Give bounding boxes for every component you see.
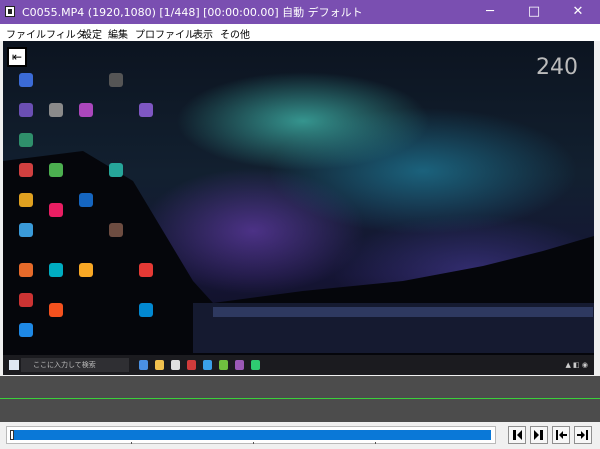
prev-frame-icon — [513, 430, 522, 440]
desktop-app-icon — [19, 163, 33, 177]
next-frame-icon — [534, 430, 543, 440]
seek-tick — [131, 442, 132, 444]
desktop-app-icon — [19, 223, 33, 237]
taskbar-app-icon — [187, 360, 196, 370]
taskbar-app-icon — [155, 360, 164, 370]
windows-start-icon — [9, 360, 19, 370]
menu-view[interactable]: 表示 — [193, 26, 213, 41]
desktop-app-icon — [139, 303, 153, 317]
exit-fullscreen-button[interactable]: ⇤ — [7, 47, 27, 67]
desktop-app-icon — [19, 323, 33, 337]
close-button[interactable]: ✕ — [556, 0, 600, 24]
prev-frame-button[interactable] — [508, 426, 526, 444]
go-end-button[interactable] — [574, 426, 592, 444]
menu-bar: ファイル フィルタ 設定 編集 プロファイル 表示 その他 — [0, 24, 600, 41]
taskbar-app-icon — [235, 360, 244, 370]
taskbar-app-icon — [139, 360, 148, 370]
desktop-app-icon — [19, 193, 33, 207]
taskbar-app-icon — [219, 360, 228, 370]
desktop-app-icon — [19, 103, 33, 117]
seek-progress-fill — [11, 430, 491, 440]
desktop-app-icon — [19, 263, 33, 277]
go-end-icon — [577, 430, 588, 440]
timeline-area — [0, 376, 600, 422]
desktop-app-icon — [109, 223, 123, 237]
menu-other[interactable]: その他 — [220, 26, 250, 41]
desktop-app-icon — [79, 103, 93, 117]
maximize-button[interactable]: □ — [512, 0, 556, 24]
desktop-app-icon — [79, 263, 93, 277]
desktop-app-icon — [19, 73, 33, 87]
menu-settings[interactable]: 設定 — [82, 26, 102, 41]
desktop-app-icon — [49, 103, 63, 117]
desktop-app-icon — [49, 263, 63, 277]
desktop-app-icon — [109, 73, 123, 87]
desktop-app-icon — [49, 203, 63, 217]
taskbar-app-icon — [251, 360, 260, 370]
desktop-app-icon — [19, 293, 33, 307]
timeline-marker-line — [0, 398, 600, 399]
control-bar — [0, 422, 600, 449]
menu-filter[interactable]: フィルタ — [46, 26, 86, 41]
embedded-taskbar: ここに入力して検索 ▲ ◧ ◉ — [3, 355, 594, 375]
aurora-landscape-image — [3, 41, 594, 375]
menu-edit[interactable]: 編集 — [108, 26, 128, 41]
title-bar: C0055.MP4 (1920,1080) [1/448] [00:00:00.… — [0, 0, 600, 24]
desktop-app-icon — [139, 263, 153, 277]
taskbar-app-icon — [203, 360, 212, 370]
desktop-app-icon — [49, 303, 63, 317]
seek-tick — [375, 442, 376, 444]
window-title: C0055.MP4 (1920,1080) [1/448] [00:00:00.… — [22, 6, 363, 19]
app-icon — [5, 6, 15, 17]
desktop-app-icon — [139, 103, 153, 117]
seek-thumb[interactable] — [10, 430, 14, 440]
next-frame-button[interactable] — [530, 426, 548, 444]
desktop-app-icon — [109, 163, 123, 177]
desktop-app-icon — [49, 163, 63, 177]
desktop-app-icon — [79, 193, 93, 207]
go-start-button[interactable] — [552, 426, 570, 444]
taskbar-search-box: ここに入力して検索 — [21, 358, 129, 372]
frame-counter: 240 — [536, 55, 578, 80]
menu-file[interactable]: ファイル — [6, 26, 46, 41]
go-start-icon — [556, 430, 567, 440]
video-preview[interactable]: ⇤ 240 ここに入力して検索 ▲ ◧ ◉ — [3, 41, 594, 375]
minimize-button[interactable]: ─ — [468, 0, 512, 24]
desktop-app-icon — [19, 133, 33, 147]
system-tray: ▲ ◧ ◉ — [565, 361, 588, 369]
exit-arrow-icon: ⇤ — [11, 50, 23, 64]
menu-profile[interactable]: プロファイル — [135, 26, 195, 41]
seek-tick — [253, 442, 254, 444]
taskbar-app-icon — [171, 360, 180, 370]
app-window: C0055.MP4 (1920,1080) [1/448] [00:00:00.… — [0, 0, 600, 449]
seek-bar[interactable] — [6, 426, 496, 444]
